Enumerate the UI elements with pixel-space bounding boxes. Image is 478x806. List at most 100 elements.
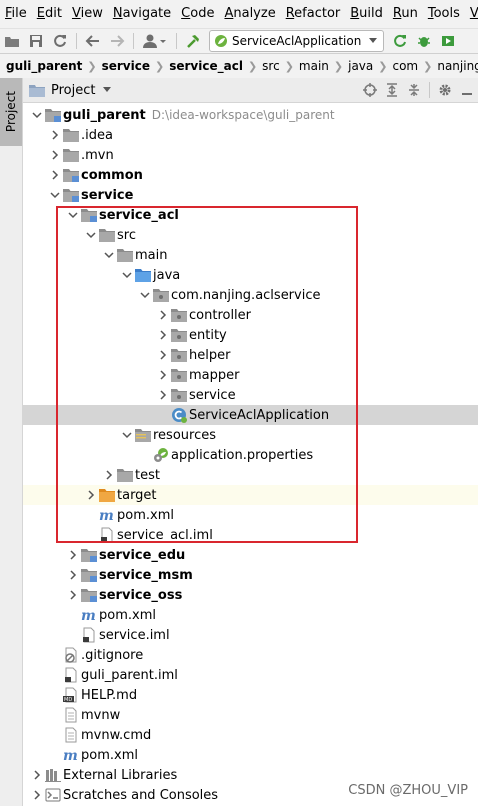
expand-arrow-right-icon[interactable] (65, 547, 81, 563)
breadcrumb-item[interactable]: service_acl (169, 59, 243, 73)
menu-vcs[interactable]: VCS (465, 0, 478, 28)
expand-arrow-right-icon[interactable] (155, 367, 171, 383)
menu-run[interactable]: Run (388, 0, 423, 28)
tree-item[interactable]: application.properties (23, 445, 478, 465)
menu-view[interactable]: View (67, 0, 108, 28)
expand-arrow-down-icon[interactable] (83, 227, 99, 243)
expand-arrow-down-icon[interactable] (137, 287, 153, 303)
expand-arrow-down-icon[interactable] (47, 187, 63, 203)
expand-arrow-right-icon[interactable] (29, 767, 45, 783)
collapse-all-icon[interactable] (403, 79, 425, 101)
build-hammer-icon[interactable] (183, 31, 203, 51)
coverage-icon[interactable] (438, 31, 458, 51)
back-arrow-icon[interactable] (83, 31, 103, 51)
breadcrumb-item[interactable]: main (299, 59, 329, 73)
menu-edit[interactable]: Edit (32, 0, 67, 28)
tree-item[interactable]: MD HELP.md (23, 685, 478, 705)
tree-item[interactable]: service_msm (23, 565, 478, 585)
scratches-icon (45, 787, 61, 803)
tree-item[interactable]: service_edu (23, 545, 478, 565)
tree-item[interactable]: mapper (23, 365, 478, 385)
expand-all-icon[interactable] (381, 79, 403, 101)
expand-arrow-down-icon[interactable] (101, 247, 117, 263)
expand-arrow-right-icon[interactable] (29, 787, 45, 803)
expand-arrow-right-icon[interactable] (155, 387, 171, 403)
expand-arrow-right-icon[interactable] (101, 467, 117, 483)
tree-item[interactable]: m pom.xml (23, 605, 478, 625)
tree-item[interactable]: resources (23, 425, 478, 445)
gear-icon[interactable] (434, 79, 456, 101)
tree-item[interactable]: mvnw.cmd (23, 725, 478, 745)
rerun-icon[interactable] (390, 31, 410, 51)
tree-item[interactable]: mvnw (23, 705, 478, 725)
tree-item[interactable]: .idea (23, 125, 478, 145)
tree-item[interactable]: com.nanjing.aclservice (23, 285, 478, 305)
menu-code[interactable]: Code (176, 0, 219, 28)
breadcrumb-item[interactable]: com (392, 59, 418, 73)
debug-bug-icon[interactable] (414, 31, 434, 51)
expand-arrow-right-icon[interactable] (47, 127, 63, 143)
tree-item[interactable]: service_oss (23, 585, 478, 605)
tree-item[interactable]: service_acl (23, 205, 478, 225)
expand-arrow-right-icon[interactable] (65, 567, 81, 583)
folder-icon (63, 147, 79, 163)
tree-item[interactable]: .gitignore (23, 645, 478, 665)
breadcrumb-item[interactable]: java (348, 59, 373, 73)
project-tool-window-tab[interactable]: Project (0, 78, 22, 146)
tree-item[interactable]: guli_parent.iml (23, 665, 478, 685)
tree-item[interactable]: service_acl.iml (23, 525, 478, 545)
expand-arrow-right-icon[interactable] (155, 347, 171, 363)
breadcrumb-item[interactable]: guli_parent (6, 59, 82, 73)
expand-arrow-down-icon[interactable] (119, 267, 135, 283)
breadcrumb-item[interactable]: src (262, 59, 280, 73)
save-icon[interactable] (26, 31, 46, 51)
expand-arrow-right-icon[interactable] (155, 327, 171, 343)
tree-item[interactable]: helper (23, 345, 478, 365)
expand-arrow-right-icon[interactable] (47, 167, 63, 183)
locate-crosshair-icon[interactable] (359, 79, 381, 101)
tree-item[interactable]: service (23, 385, 478, 405)
menu-tools[interactable]: Tools (423, 0, 465, 28)
menu-navigate[interactable]: Navigate (108, 0, 176, 28)
expand-arrow-right-icon[interactable] (65, 587, 81, 603)
expand-arrow-down-icon[interactable] (119, 427, 135, 443)
menu-build[interactable]: Build (345, 0, 388, 28)
tree-item[interactable]: ServiceAclApplication (23, 405, 478, 425)
tree-item[interactable]: common (23, 165, 478, 185)
tree-item[interactable]: service.iml (23, 625, 478, 645)
tree-item[interactable]: .mvn (23, 145, 478, 165)
minimize-icon[interactable] (456, 79, 478, 101)
expand-arrow-down-icon[interactable] (29, 107, 45, 123)
tree-item[interactable]: test (23, 465, 478, 485)
tree-item[interactable]: External Libraries (23, 765, 478, 785)
expand-arrow-right-icon[interactable] (83, 487, 99, 503)
svg-text:m: m (63, 748, 78, 763)
expand-arrow-right-icon[interactable] (155, 307, 171, 323)
tree-item[interactable]: java (23, 265, 478, 285)
tree-item[interactable]: entity (23, 325, 478, 345)
breadcrumb-item[interactable]: service (102, 59, 150, 73)
project-view-selector[interactable]: Project (29, 83, 112, 98)
tree-item[interactable]: src (23, 225, 478, 245)
tree-item[interactable]: guli_parent D:\idea-workspace\guli_parent (23, 105, 478, 125)
open-folder-icon[interactable] (2, 31, 22, 51)
breadcrumb-item[interactable]: nanjing (437, 59, 478, 73)
tree-item[interactable]: m pom.xml (23, 745, 478, 765)
tree-item[interactable]: service (23, 185, 478, 205)
refresh-icon[interactable] (50, 31, 70, 51)
tree-item-label: service_acl.iml (117, 527, 213, 543)
tree-item[interactable]: target (23, 485, 478, 505)
expand-arrow-right-icon[interactable] (47, 147, 63, 163)
gitignore-file-icon (63, 647, 79, 663)
tree-item[interactable]: m pom.xml (23, 505, 478, 525)
forward-arrow-icon[interactable] (107, 31, 127, 51)
tree-item[interactable]: controller (23, 305, 478, 325)
run-configuration-select[interactable]: ServiceAclApplication (209, 30, 385, 52)
menu-file[interactable]: File (0, 0, 32, 28)
menu-refactor[interactable]: Refactor (281, 0, 346, 28)
expand-arrow-down-icon[interactable] (65, 207, 81, 223)
user-account-icon[interactable] (140, 31, 170, 51)
menu-analyze[interactable]: Analyze (219, 0, 280, 28)
tree-item[interactable]: main (23, 245, 478, 265)
